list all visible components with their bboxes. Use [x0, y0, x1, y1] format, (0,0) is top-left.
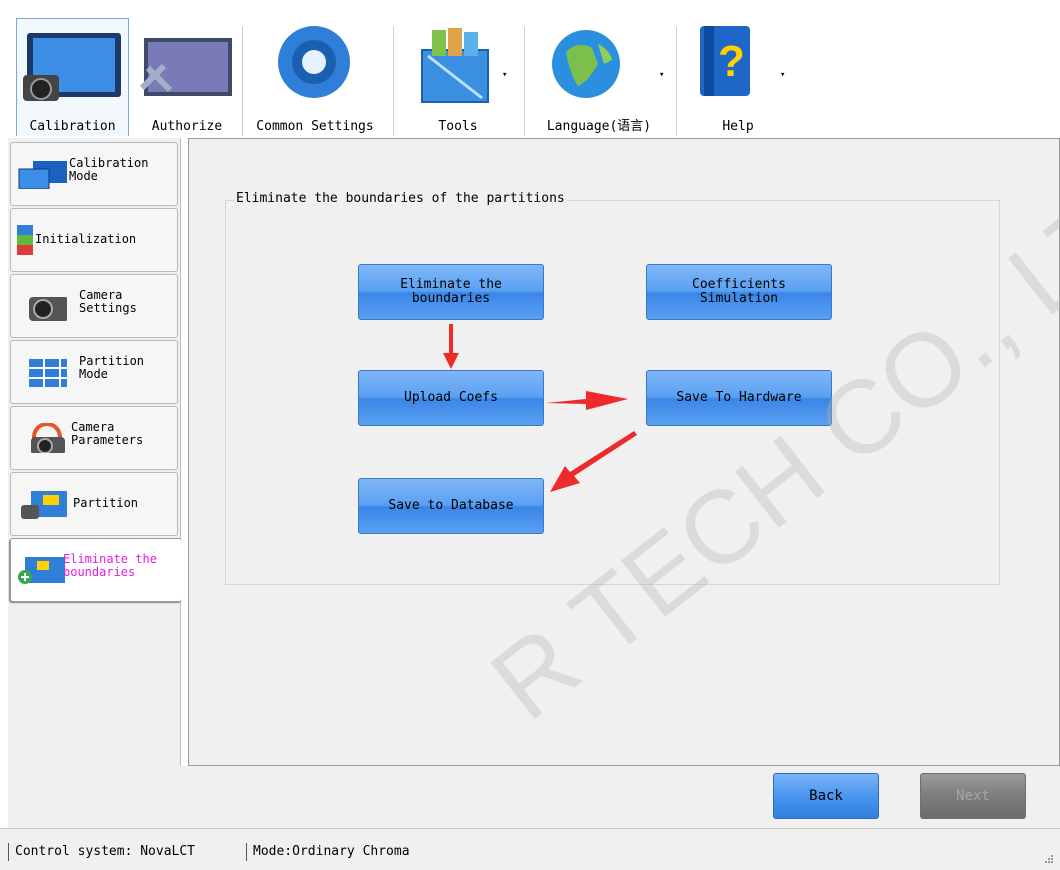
gear-icon [278, 26, 350, 98]
toolbar-help-label: Help [722, 119, 754, 134]
sidebar-item-camera-settings[interactable]: Camera Settings [10, 274, 178, 338]
sidebar-item-label: Partition [73, 496, 139, 510]
toolbar-language-label: Language(语言) [546, 119, 652, 134]
next-button[interactable]: Next [920, 773, 1026, 819]
toolbar-calibration-button[interactable]: Calibration [16, 18, 129, 136]
eliminate-boundaries-group: Eliminate the boundaries of the partitio… [225, 191, 1000, 585]
sidebar-item-label: Camera Settings [79, 288, 137, 315]
sidebar-item-initialization[interactable]: Initialization [10, 208, 178, 272]
main-panel: Eliminate the boundaries of the partitio… [188, 138, 1060, 766]
calibration-mode-icon [18, 161, 67, 189]
toolbar-calibration-label: Calibration [29, 119, 116, 134]
calibration-monitor-camera-icon [23, 33, 121, 101]
sidebar-item-partition-mode[interactable]: Partition Mode [10, 340, 178, 404]
workflow-arrows [443, 324, 637, 492]
svg-text:?: ? [718, 37, 745, 86]
navigation-bar: Back Next [180, 766, 1060, 828]
camera-settings-icon [29, 297, 67, 321]
eliminate-boundaries-icon [18, 557, 65, 584]
globe-icon [552, 30, 620, 98]
toolbar-authorize-label: Authorize [151, 119, 223, 134]
sidebar-item-eliminate-boundaries[interactable]: Eliminate the boundaries [10, 538, 182, 602]
toolbar-tools-label: Tools [438, 119, 478, 134]
main-toolbar: Calibration Authorize Common Settings To… [16, 18, 1060, 138]
status-mode: Mode:Ordinary Chroma [246, 843, 410, 861]
initialization-icon [17, 225, 33, 255]
step-sidebar: Calibration Mode Initialization Camera S… [8, 138, 182, 828]
toolbar-common-settings-label: Common Settings [256, 119, 374, 134]
sidebar-item-camera-parameters[interactable]: Camera Parameters [10, 406, 178, 470]
status-bar: Control system: NovaLCT Mode:Ordinary Ch… [0, 828, 1060, 870]
sidebar-item-label: Partition Mode [79, 354, 145, 381]
tools-dropdown-icon[interactable]: ▾ [502, 70, 507, 80]
toolbox-icon [421, 28, 489, 103]
camera-parameters-icon [31, 423, 65, 453]
arrow-down [443, 324, 459, 369]
sidebar-item-partition[interactable]: Partition [10, 472, 178, 536]
language-dropdown-icon[interactable]: ▾ [659, 70, 664, 80]
help-dropdown-icon[interactable]: ▾ [780, 70, 785, 80]
arrow-right [546, 391, 628, 410]
sidebar-item-label: Initialization [35, 232, 137, 246]
back-button[interactable]: Back [773, 773, 879, 819]
sidebar-item-label: Camera Parameters [71, 420, 144, 447]
arrow-diagonal [550, 431, 637, 492]
sidebar-item-label: Calibration Mode [69, 156, 149, 183]
toolbar-separator [242, 26, 243, 136]
help-book-icon: ? [700, 26, 750, 96]
resize-grip-icon[interactable] [1044, 854, 1054, 864]
toolbar-common-settings-button[interactable]: Common Settings [244, 18, 386, 136]
toolbar-help-button[interactable]: ? Help ▾ [678, 18, 798, 136]
sidebar-item-label: Eliminate the boundaries [63, 552, 157, 579]
partition-icon [21, 491, 67, 519]
authorize-monitor-tools-icon [139, 38, 232, 96]
toolbar-language-button[interactable]: Language(语言) ▾ [526, 18, 672, 136]
toolbar-tools-button[interactable]: Tools ▾ [396, 18, 520, 136]
toolbar-separator [676, 26, 677, 136]
toolbar-separator [524, 26, 525, 136]
partition-mode-icon [29, 359, 67, 387]
toolbar-authorize-button[interactable]: Authorize [132, 18, 242, 136]
sidebar-item-calibration-mode[interactable]: Calibration Mode [10, 142, 178, 206]
status-control-system: Control system: NovaLCT [8, 843, 195, 861]
toolbar-separator [393, 26, 394, 136]
